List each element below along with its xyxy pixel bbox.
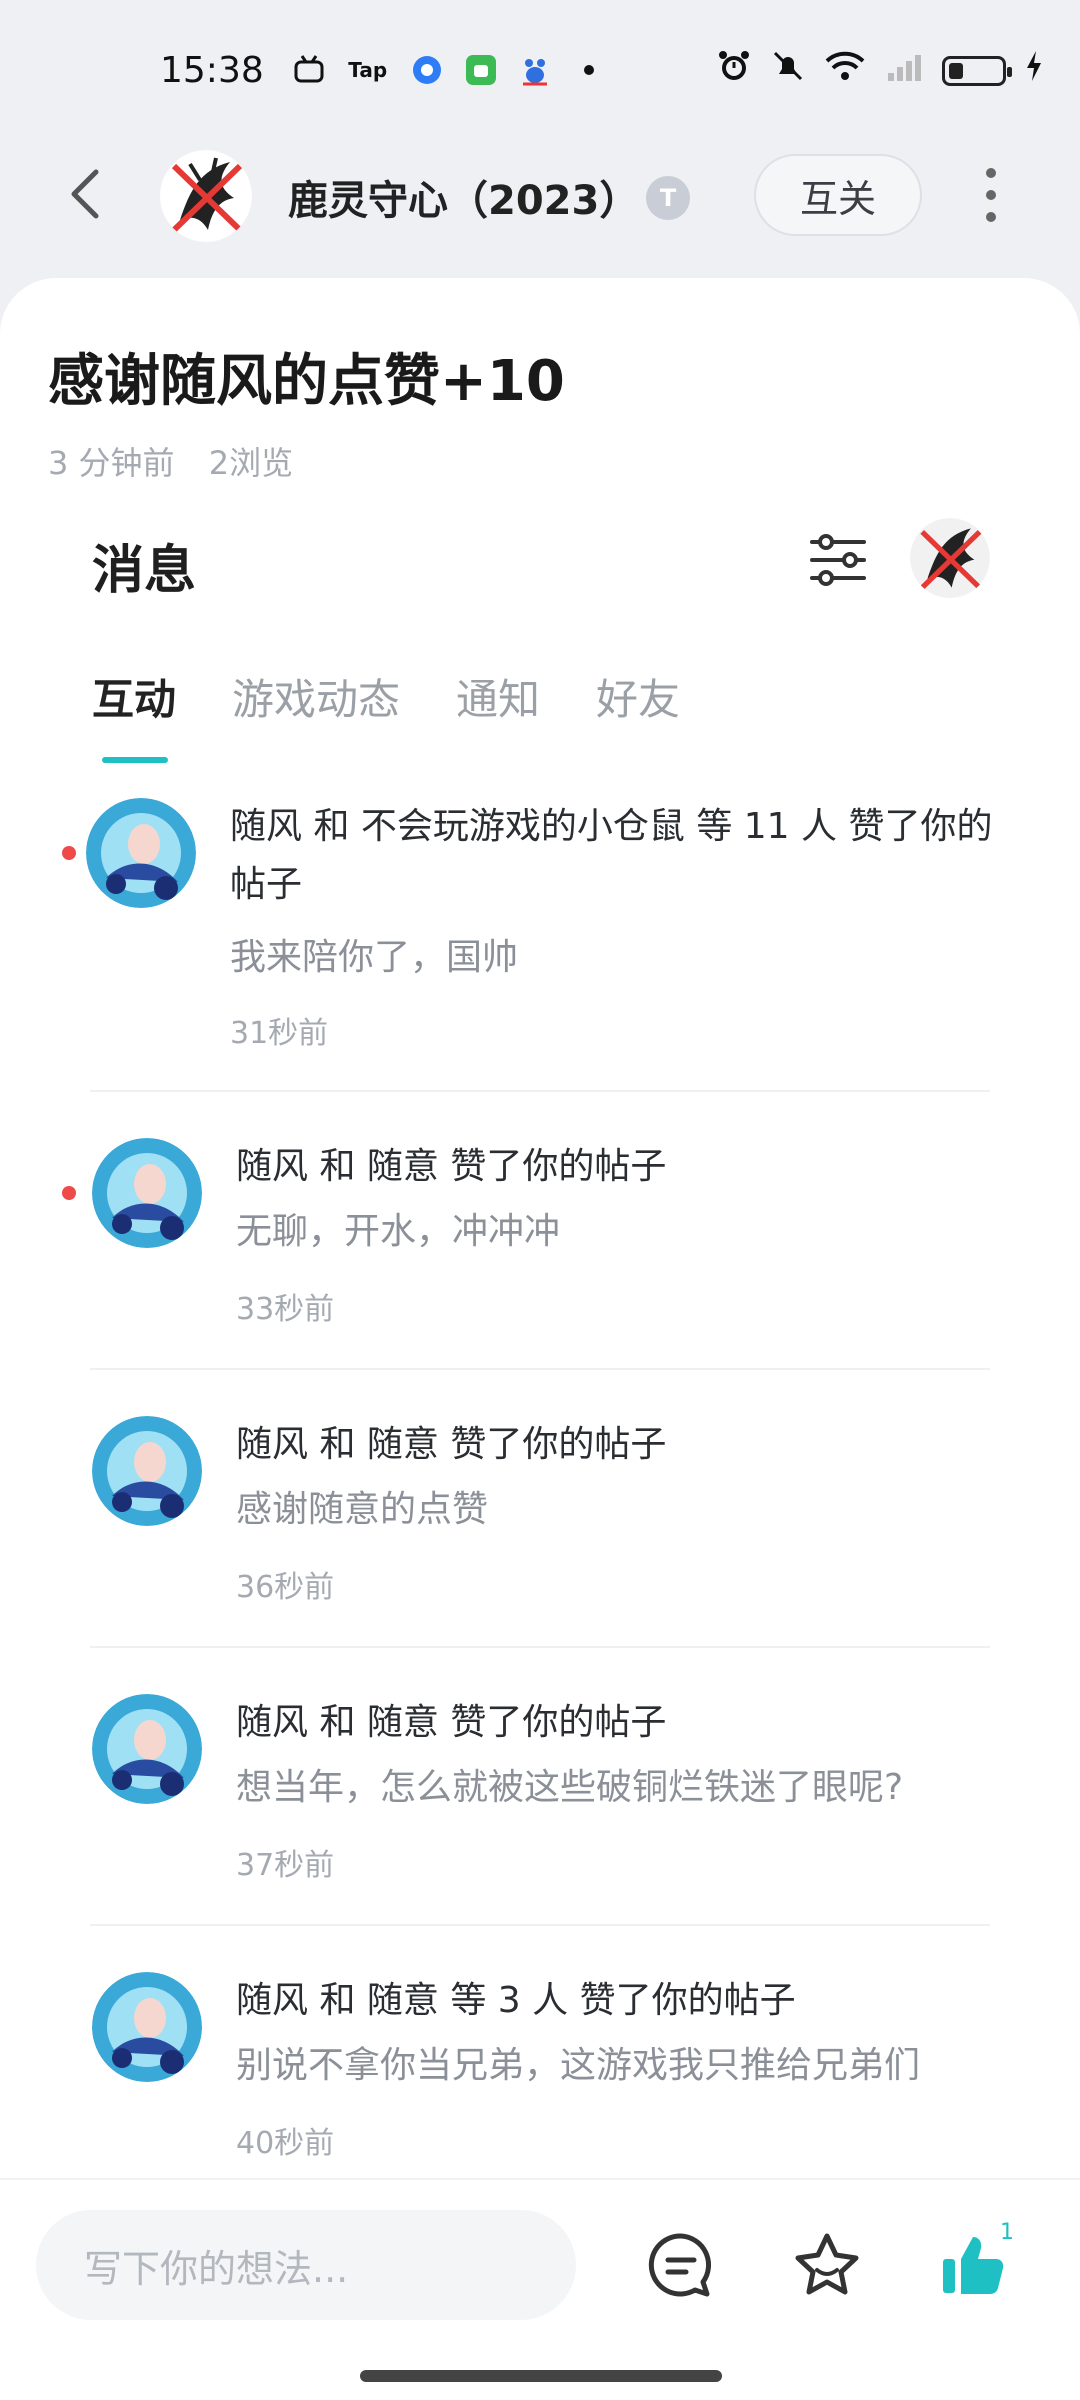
anime-avatar-icon: [92, 1138, 202, 1248]
more-dot-icon: [986, 168, 996, 178]
message-time: 37秒前: [236, 1848, 335, 1883]
notification-dot-icon: [572, 53, 606, 87]
like-summary: 随风 和 随意 赞了你的帖子: [236, 1146, 667, 1187]
favorite-button[interactable]: [782, 2220, 872, 2310]
like-summary: 随风 和 随意 赞了你的帖子: [236, 1702, 667, 1743]
chevron-left-icon: [71, 169, 99, 219]
unread-dot: [62, 846, 76, 860]
anime-avatar-icon: [92, 1694, 202, 1804]
messages-title: 消息: [92, 541, 197, 601]
comment-input[interactable]: 写下你的想法...: [36, 2210, 576, 2320]
my-avatar[interactable]: [910, 518, 990, 598]
comment-icon: [648, 2233, 712, 2297]
dragon-avatar-icon: [910, 518, 990, 598]
post-time: 3 分钟前: [48, 444, 175, 482]
sliders-icon: [810, 534, 866, 586]
user-name[interactable]: 鹿灵守心（2023）: [288, 168, 639, 226]
baidu-icon: [518, 53, 552, 87]
like-summary: 随风 和 随意 赞了你的帖子: [236, 1424, 667, 1465]
anime-avatar-icon: [92, 1416, 202, 1526]
anime-avatar-icon: [92, 1972, 202, 2082]
signal-icon: [884, 49, 924, 92]
like-count: 1: [1000, 2220, 1014, 2245]
anime-avatar-icon: [86, 798, 196, 908]
post-excerpt: 感谢随意的点赞: [236, 1489, 489, 1530]
alarm-icon: [716, 48, 752, 93]
status-bar: 15:38 Tap: [0, 0, 1080, 140]
tab-game-activity[interactable]: 游戏动态: [232, 666, 400, 755]
thumbs-up-icon: [943, 2237, 1004, 2294]
post-excerpt: 别说不拿你当兄弟，这游戏我只推给兄弟们: [236, 2045, 921, 2086]
tab-interaction[interactable]: 互动: [92, 666, 176, 763]
bottom-action-bar: 写下你的想法... 1: [0, 2178, 1080, 2400]
bilibili-tv-icon: [292, 53, 326, 87]
message-tabs: 互动 游戏动态 通知 好友: [92, 666, 680, 763]
more-dot-icon: [986, 212, 996, 222]
user-level-badge: T: [646, 176, 690, 220]
status-time: 15:38: [160, 49, 264, 91]
tab-notifications[interactable]: 通知: [456, 666, 540, 755]
mutual-follow-button[interactable]: 互关: [754, 154, 922, 236]
message-time: 36秒前: [236, 1570, 335, 1605]
post-excerpt: 我来陪你了，国帅: [230, 937, 519, 978]
android-store-icon: [464, 53, 498, 87]
star-icon: [795, 2233, 859, 2295]
post-meta: 3 分钟前 2浏览: [48, 438, 293, 484]
charging-icon: [1024, 49, 1044, 92]
more-dot-icon: [986, 190, 996, 200]
mute-icon: [770, 48, 806, 93]
divider: [90, 1646, 990, 1648]
browser-icon: [410, 53, 444, 87]
liker-avatar[interactable]: [92, 1694, 202, 1804]
divider: [90, 1090, 990, 1092]
taptap-icon: Tap: [348, 58, 388, 82]
tab-friends[interactable]: 好友: [596, 666, 680, 755]
back-button[interactable]: [56, 164, 116, 224]
battery-icon: [942, 55, 1012, 86]
home-indicator[interactable]: [360, 2370, 722, 2382]
comment-button[interactable]: [636, 2220, 726, 2310]
post-excerpt: 想当年，怎么就被这些破铜烂铁迷了眼呢?: [236, 1767, 904, 1808]
liker-avatar[interactable]: [92, 1138, 202, 1248]
more-options-button[interactable]: [976, 160, 1006, 230]
liker-avatar[interactable]: [92, 1416, 202, 1526]
dragon-avatar-icon: [160, 150, 252, 242]
message-time: 40秒前: [236, 2126, 335, 2161]
top-header: 鹿灵守心（2023） T 互关: [0, 140, 1080, 250]
like-summary: 随风 和 不会玩游戏的小仓鼠 等 11 人 赞了你的帖子: [230, 806, 993, 905]
divider: [90, 1368, 990, 1370]
divider: [90, 1924, 990, 1926]
message-time: 31秒前: [230, 1016, 329, 1051]
post-views: 2浏览: [208, 444, 294, 482]
liker-avatar[interactable]: [92, 1972, 202, 2082]
user-avatar[interactable]: [160, 150, 252, 242]
post-excerpt: 无聊，开水，冲冲冲: [236, 1211, 561, 1252]
filter-settings-button[interactable]: [806, 528, 870, 592]
like-summary: 随风 和 随意 等 3 人 赞了你的帖子: [236, 1980, 796, 2021]
wifi-icon: [824, 49, 866, 92]
post-card: 感谢随风的点赞+10 3 分钟前 2浏览 消息 互动 游戏动态 通知 好友 随风…: [0, 278, 1080, 2178]
unread-dot: [62, 1186, 76, 1200]
post-title: 感谢随风的点赞+10: [48, 349, 565, 414]
liker-avatar[interactable]: [86, 798, 196, 908]
message-time: 33秒前: [236, 1292, 335, 1327]
